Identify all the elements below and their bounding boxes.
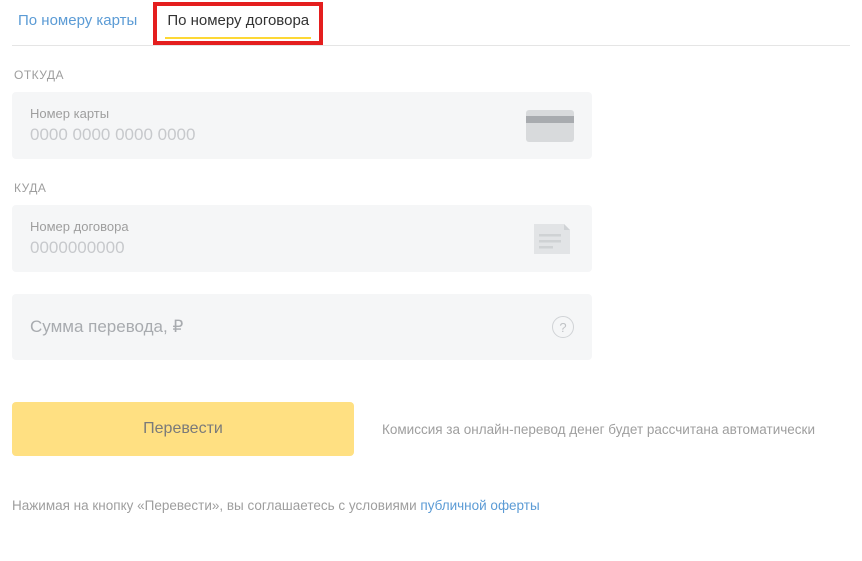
transfer-button[interactable]: Перевести	[12, 402, 354, 456]
to-input-inner: Номер договора	[30, 219, 530, 258]
to-input-label: Номер договора	[30, 219, 530, 234]
agreement-prefix: Нажимая на кнопку «Перевести», вы соглаш…	[12, 498, 420, 513]
to-contract-input-box[interactable]: Номер договора	[12, 205, 592, 272]
action-row: Перевести Комиссия за онлайн-перевод ден…	[12, 402, 850, 456]
document-icon	[530, 222, 574, 256]
card-icon	[526, 110, 574, 142]
from-section-label: ОТКУДА	[14, 68, 850, 82]
to-contract-input[interactable]	[30, 238, 530, 258]
help-icon[interactable]: ?	[552, 316, 574, 338]
to-section-label: КУДА	[14, 181, 850, 195]
from-card-input-box[interactable]: Номер карты	[12, 92, 592, 159]
from-card-input[interactable]	[30, 125, 526, 145]
from-input-label: Номер карты	[30, 106, 526, 121]
tab-by-contract-highlight: По номеру договора	[153, 2, 323, 45]
public-offer-link[interactable]: публичной оферты	[420, 498, 539, 513]
from-input-inner: Номер карты	[30, 106, 526, 145]
amount-input-box[interactable]: ?	[12, 294, 592, 360]
tabs-container: По номеру карты По номеру договора	[12, 8, 850, 46]
amount-input[interactable]	[30, 317, 552, 337]
tab-by-contract[interactable]: По номеру договора	[157, 8, 319, 39]
commission-text: Комиссия за онлайн-перевод денег будет р…	[382, 422, 815, 437]
tab-by-card[interactable]: По номеру карты	[12, 8, 153, 45]
agreement-text: Нажимая на кнопку «Перевести», вы соглаш…	[12, 498, 850, 513]
